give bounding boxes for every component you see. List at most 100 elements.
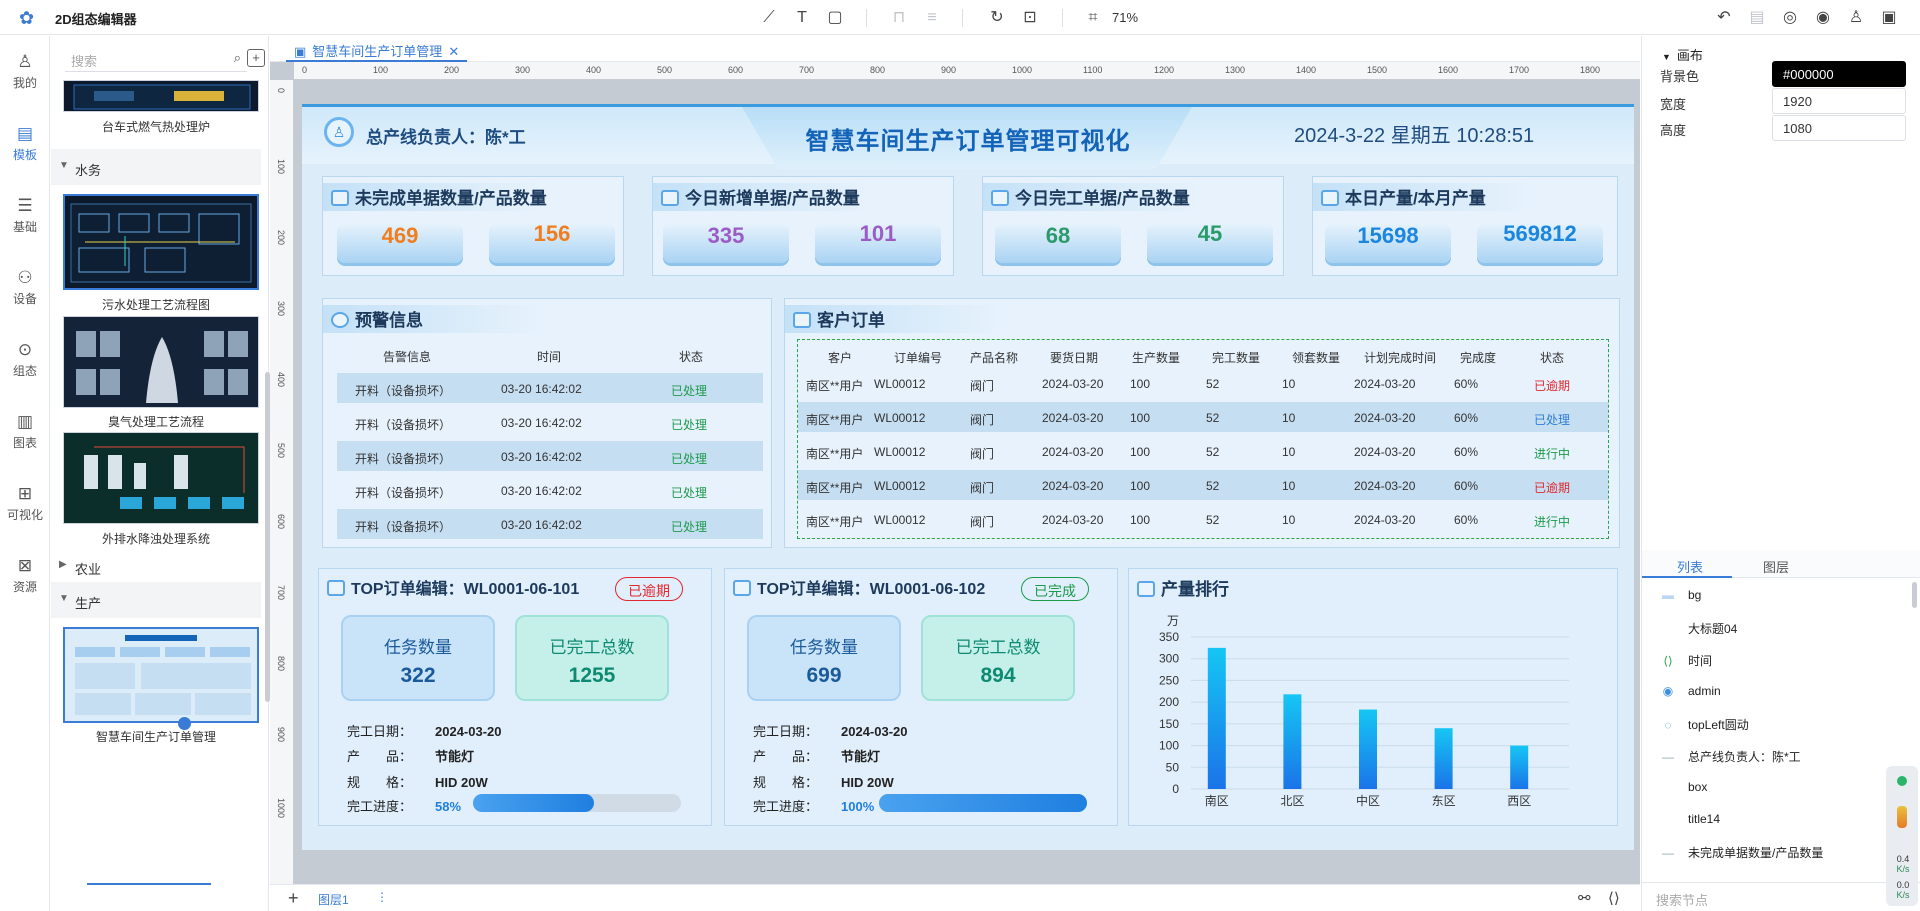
info-date: 完工日期： 2024-03-20 <box>347 724 502 739</box>
kpi-card[interactable]: 今日完工单据/产品数量 68 45 <box>982 176 1284 276</box>
group-production[interactable]: ▼ 生产 <box>51 582 261 618</box>
node-list-scrollbar[interactable] <box>1912 582 1917 608</box>
table-row[interactable]: 开料（设备损坏） 03-20 16:42:02 已处理 <box>337 441 763 471</box>
network-speed-widget[interactable]: 0.4 K/s 0.0 K/s <box>1886 766 1918 906</box>
top-order-card[interactable]: TOP订单编辑：WL0001-06-101 已逾期 任务数量 322 已完工总数 1… <box>318 568 712 826</box>
tree-node[interactable]: ◉ admin <box>1660 684 1721 698</box>
table-row[interactable]: 南区**用户 WL00012 阀门 2024-03-20 100 52 10 2024-03-… <box>798 368 1608 398</box>
table-cell: 阀门 <box>970 413 995 427</box>
bg-color-field[interactable]: #000000 <box>1772 61 1906 87</box>
rail-label: 基础 <box>12 220 37 234</box>
save-icon[interactable]: ▤ <box>1746 7 1768 29</box>
fit-icon[interactable]: ⊡ <box>1019 7 1041 29</box>
table-row[interactable]: 开料（设备损坏） 03-20 16:42:02 已处理 <box>337 373 763 403</box>
table-row[interactable]: 南区**用户 WL00012 阀门 2024-03-20 100 52 10 2024-03-… <box>798 504 1608 534</box>
template-icon: ▤ <box>16 124 34 143</box>
tree-node[interactable]: ▬ bg <box>1660 588 1701 602</box>
kpi-card[interactable]: 未完成单据数量/产品数量 469 156 <box>322 176 624 276</box>
zoom-level[interactable]: 71% <box>1112 10 1138 25</box>
group-water[interactable]: ▼ 水务 <box>51 149 261 185</box>
tree-node[interactable]: 大标题04 <box>1660 620 1737 637</box>
more-icon[interactable]: ⋮ <box>376 890 388 904</box>
search-icon: ⌕ <box>233 50 241 65</box>
table-row[interactable]: 开料（设备损坏） 03-20 16:42:02 已处理 <box>337 509 763 539</box>
tree-node[interactable]: — 未完成单据数量/产品数量 <box>1660 844 1823 861</box>
tab-list[interactable]: 列表 <box>1677 557 1703 576</box>
refresh-icon[interactable]: ↻ <box>986 7 1008 29</box>
chart-x-tick-label: 东区 <box>1432 794 1456 808</box>
rail-item-template[interactable]: ▤ 模板 <box>0 112 50 168</box>
kpi-value-a: 335 <box>707 223 745 248</box>
table-row[interactable]: 南区**用户 WL00012 阀门 2024-03-20 100 52 10 2024-03-… <box>798 402 1608 432</box>
rail-item-device[interactable]: ⚇ 设备 <box>0 256 50 312</box>
template-search-input[interactable]: 搜索 ⌕ <box>65 46 247 72</box>
close-icon[interactable]: ✕ <box>448 44 459 59</box>
layer-tab[interactable]: 图层1 <box>318 891 349 908</box>
ruler-tick-label: 300 <box>276 301 286 317</box>
kpi-card[interactable]: 今日新增单据/产品数量 335 101 <box>652 176 954 276</box>
customer-icon <box>793 312 811 328</box>
ruler-tick-label: 600 <box>728 65 744 75</box>
template-thumb[interactable] <box>63 432 259 524</box>
add-layer-icon[interactable]: + <box>288 888 299 909</box>
add-template-button[interactable]: + <box>247 49 265 67</box>
connect-icon[interactable]: ⚯ <box>1578 889 1591 907</box>
tree-node[interactable]: ⟨⟩ 时间 <box>1660 652 1712 669</box>
rail-item-chart[interactable]: ▥ 图表 <box>0 400 50 456</box>
node-search-input[interactable]: 搜索节点 <box>1642 882 1920 911</box>
orders-card[interactable]: 客户订单 客户 订单编号 产品名称 要货日期 生产数量 完工数量 领套数量 计划… <box>784 298 1620 548</box>
export-icon[interactable]: ▣ <box>1878 7 1900 29</box>
template-thumb[interactable] <box>63 194 259 290</box>
preview-icon[interactable]: ◎ <box>1779 7 1801 29</box>
slider-knob[interactable] <box>178 717 191 730</box>
tree-node[interactable]: title14 <box>1660 812 1720 826</box>
distribute-icon[interactable]: ≡ <box>921 7 943 29</box>
template-thumb[interactable] <box>63 316 259 408</box>
rail-item-resource[interactable]: ⊠ 资源 <box>0 544 50 600</box>
thumb-size-slider[interactable] <box>87 883 211 885</box>
line-tool-icon[interactable]: ⟋ <box>758 7 780 29</box>
rect-tool-icon[interactable]: ▢ <box>824 7 846 29</box>
rank-card[interactable]: 产量排行 万 350 300 250 200 150 100 50 0 南区 北区 中区 东区 西区 <box>1128 568 1618 826</box>
tab-dashboard[interactable]: ▣ 智慧车间生产订单管理 ✕ <box>286 36 468 62</box>
account-icon[interactable]: ♙ <box>1845 7 1867 29</box>
table-cell: 100 <box>1130 411 1151 425</box>
caret-right-icon: ▶ <box>59 559 67 570</box>
tree-node[interactable]: — 总产线负责人：陈*工 <box>1660 748 1801 765</box>
code-icon[interactable]: ⟨⟩ <box>1608 889 1620 907</box>
table-row[interactable]: 开料（设备损坏） 03-20 16:42:02 已处理 <box>337 407 763 437</box>
rail-item-basic[interactable]: ☰ 基础 <box>0 184 50 240</box>
table-cell: 52 <box>1206 513 1220 527</box>
chart-bar <box>1283 694 1302 789</box>
table-row[interactable]: 南区**用户 WL00012 阀门 2024-03-20 100 52 10 2024-03-… <box>798 436 1608 466</box>
kpi-value-a: 68 <box>1045 223 1071 248</box>
dashboard-canvas[interactable]: ♙ 总产线负责人：陈*工 智慧车间生产订单管理可视化 2024-3-22 星期五… <box>302 104 1634 850</box>
tab-layer[interactable]: 图层 <box>1763 557 1789 576</box>
table-row[interactable]: 南区**用户 WL00012 阀门 2024-03-20 100 52 10 2024-03-… <box>798 470 1608 500</box>
table-header: 客户 订单编号 产品名称 要货日期 生产数量 完工数量 领套数量 计划完成时间 … <box>798 340 1608 370</box>
alerts-card[interactable]: 预警信息 告警信息 时间 状态 开料（设备损坏） 03-20 16:42:02 … <box>322 298 772 548</box>
rail-item-config[interactable]: ⊙ 组态 <box>0 328 50 384</box>
task-count: 699 <box>806 664 842 687</box>
width-field[interactable]: 1920 <box>1772 88 1906 114</box>
publish-icon[interactable]: ◉ <box>1812 7 1834 29</box>
table-row[interactable]: 开料（设备损坏） 03-20 16:42:02 已处理 <box>337 475 763 505</box>
kpi-card[interactable]: 本日产量/本月产量 15698 569812 <box>1312 176 1618 276</box>
text-tool-icon[interactable]: T <box>791 7 813 29</box>
group-agriculture[interactable]: ▶ 农业 <box>51 548 261 584</box>
align-icon[interactable]: ⊓ <box>888 7 910 29</box>
template-thumb[interactable] <box>63 627 259 723</box>
undo-icon[interactable]: ↶ <box>1713 7 1735 29</box>
tree-node[interactable]: box <box>1660 780 1707 794</box>
crop-icon[interactable]: ⌗ <box>1082 7 1104 29</box>
chart-icon: ▥ <box>16 412 34 431</box>
rail-item-mine[interactable]: ♙ 我的 <box>0 40 50 96</box>
properties-panel: ▼ 画布 背景色 #000000 宽度 1920 高度 1080 列表 图层 ▬ b… <box>1641 36 1920 911</box>
height-field[interactable]: 1080 <box>1772 115 1906 141</box>
image-icon: ▣ <box>294 44 307 59</box>
tree-node[interactable]: ◌ topLeft圆动 <box>1660 716 1748 733</box>
canvas-section-header[interactable]: ▼ 画布 <box>1662 45 1703 64</box>
top-order-card[interactable]: TOP订单编辑：WL0001-06-102 已完成 任务数量 699 已完工总数 8… <box>724 568 1118 826</box>
rail-item-visual[interactable]: ⊞ 可视化 <box>0 472 50 528</box>
template-thumb[interactable] <box>63 80 259 112</box>
